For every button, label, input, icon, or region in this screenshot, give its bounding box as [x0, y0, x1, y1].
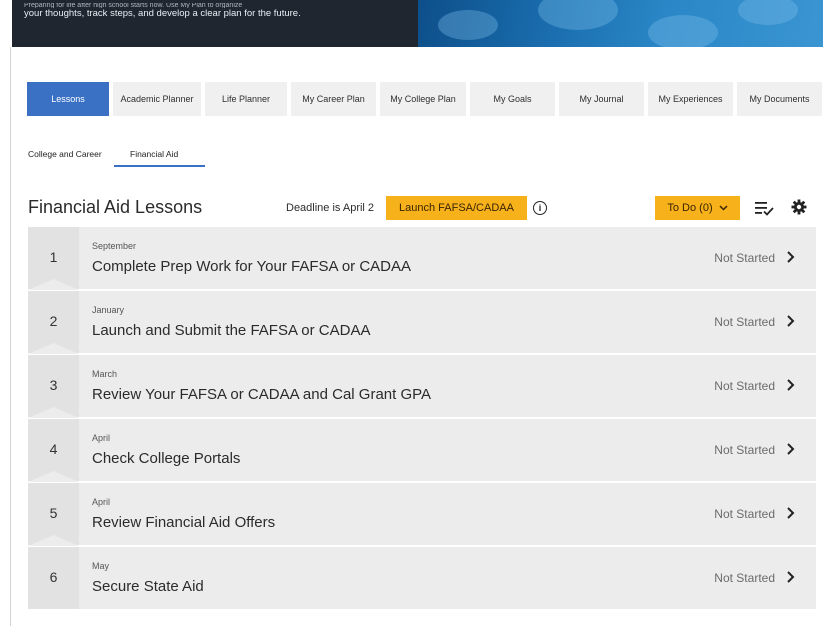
lesson-month: April [92, 497, 111, 507]
chevron-right-icon[interactable] [786, 314, 796, 328]
lesson-status: Not Started [714, 571, 775, 585]
chevron-right-icon[interactable] [786, 570, 796, 584]
lesson-number: 5 [49, 505, 58, 521]
chevron-right-icon[interactable] [786, 378, 796, 392]
lesson-month: September [92, 241, 137, 251]
lesson-number: 1 [49, 249, 58, 265]
lesson-row[interactable]: 2 January Launch and Submit the FAFSA or… [28, 291, 816, 354]
lesson-row[interactable]: 1 September Complete Prep Work for Your … [28, 227, 816, 290]
lesson-title: Check College Portals [92, 450, 241, 467]
lesson-number-column: 1 [28, 227, 79, 290]
tab-my-college-plan[interactable]: My College Plan [380, 82, 466, 116]
todo-dropdown[interactable]: To Do (0) [655, 196, 740, 220]
lesson-number-column: 3 [28, 355, 79, 418]
chevron-right-icon[interactable] [786, 442, 796, 456]
tab-my-journal[interactable]: My Journal [559, 82, 644, 116]
step-notch-icon [28, 471, 79, 482]
tab-my-career-plan[interactable]: My Career Plan [291, 82, 376, 116]
lesson-status: Not Started [714, 443, 775, 457]
lesson-month: January [92, 305, 125, 315]
info-icon[interactable]: i [533, 201, 547, 215]
todo-label: To Do (0) [667, 202, 713, 214]
lesson-number: 3 [49, 377, 58, 393]
lesson-month: May [92, 561, 110, 571]
tab-life-planner[interactable]: Life Planner [205, 82, 287, 116]
subtab-financial-aid[interactable]: Financial Aid [114, 143, 205, 167]
tab-my-documents[interactable]: My Documents [737, 82, 822, 116]
sort-check-icon[interactable] [754, 199, 774, 217]
tab-academic-planner[interactable]: Academic Planner [113, 82, 201, 116]
lesson-row[interactable]: 3 March Review Your FAFSA or CADAA and C… [28, 355, 816, 418]
lesson-number: 2 [49, 313, 58, 329]
lesson-title: Secure State Aid [92, 578, 204, 595]
tab-my-experiences[interactable]: My Experiences [648, 82, 733, 116]
lesson-number-column: 4 [28, 419, 79, 482]
lesson-number-column: 2 [28, 291, 79, 354]
chevron-right-icon[interactable] [786, 506, 796, 520]
launch-fafsa-button[interactable]: Launch FAFSA/CADAA [386, 196, 527, 220]
step-notch-icon [28, 407, 79, 418]
lesson-status: Not Started [714, 507, 775, 521]
lesson-row[interactable]: 6 May Secure State Aid Not Started [28, 547, 816, 609]
step-notch-icon [28, 343, 79, 354]
hero-banner: Preparing for life after high school sta… [12, 0, 823, 47]
lesson-title: Launch and Submit the FAFSA or CADAA [92, 322, 371, 339]
lesson-number-column: 5 [28, 483, 79, 546]
lessons-list: 1 September Complete Prep Work for Your … [28, 227, 816, 611]
lesson-month: April [92, 433, 111, 443]
lesson-status: Not Started [714, 251, 775, 265]
lesson-title: Review Financial Aid Offers [92, 514, 276, 531]
subtab-college-and-career[interactable]: College and Career [28, 143, 114, 167]
content-left-border [10, 47, 11, 626]
lesson-month: March [92, 369, 118, 379]
lesson-title: Complete Prep Work for Your FAFSA or CAD… [92, 258, 412, 275]
lesson-status: Not Started [714, 315, 775, 329]
hero-text: Preparing for life after high school sta… [24, 3, 404, 20]
step-notch-icon [28, 535, 79, 546]
chevron-down-icon [719, 205, 728, 211]
main-tab-bar: Lessons Academic Planner Life Planner My… [27, 82, 822, 116]
page-title: Financial Aid Lessons [28, 197, 203, 217]
chevron-right-icon[interactable] [786, 250, 796, 264]
hero-text-line: your thoughts, track steps, and develop … [24, 8, 301, 19]
lesson-number-column: 6 [28, 547, 79, 609]
sub-tab-bar: College and Career Financial Aid [28, 143, 205, 167]
lesson-row[interactable]: 5 April Review Financial Aid Offers Not … [28, 483, 816, 546]
lesson-title: Review Your FAFSA or CADAA and Cal Grant… [92, 386, 432, 403]
gear-icon[interactable] [791, 199, 807, 215]
tab-my-goals[interactable]: My Goals [470, 82, 555, 116]
lesson-status: Not Started [714, 379, 775, 393]
lesson-number: 4 [49, 441, 58, 457]
hero-image [418, 0, 823, 47]
step-notch-icon [28, 279, 79, 290]
tab-lessons[interactable]: Lessons [27, 82, 109, 116]
lesson-number: 6 [49, 569, 58, 585]
deadline-text: Deadline is April 2 [286, 202, 375, 214]
info-icon-glyph: i [538, 203, 542, 213]
lesson-row[interactable]: 4 April Check College Portals Not Starte… [28, 419, 816, 482]
